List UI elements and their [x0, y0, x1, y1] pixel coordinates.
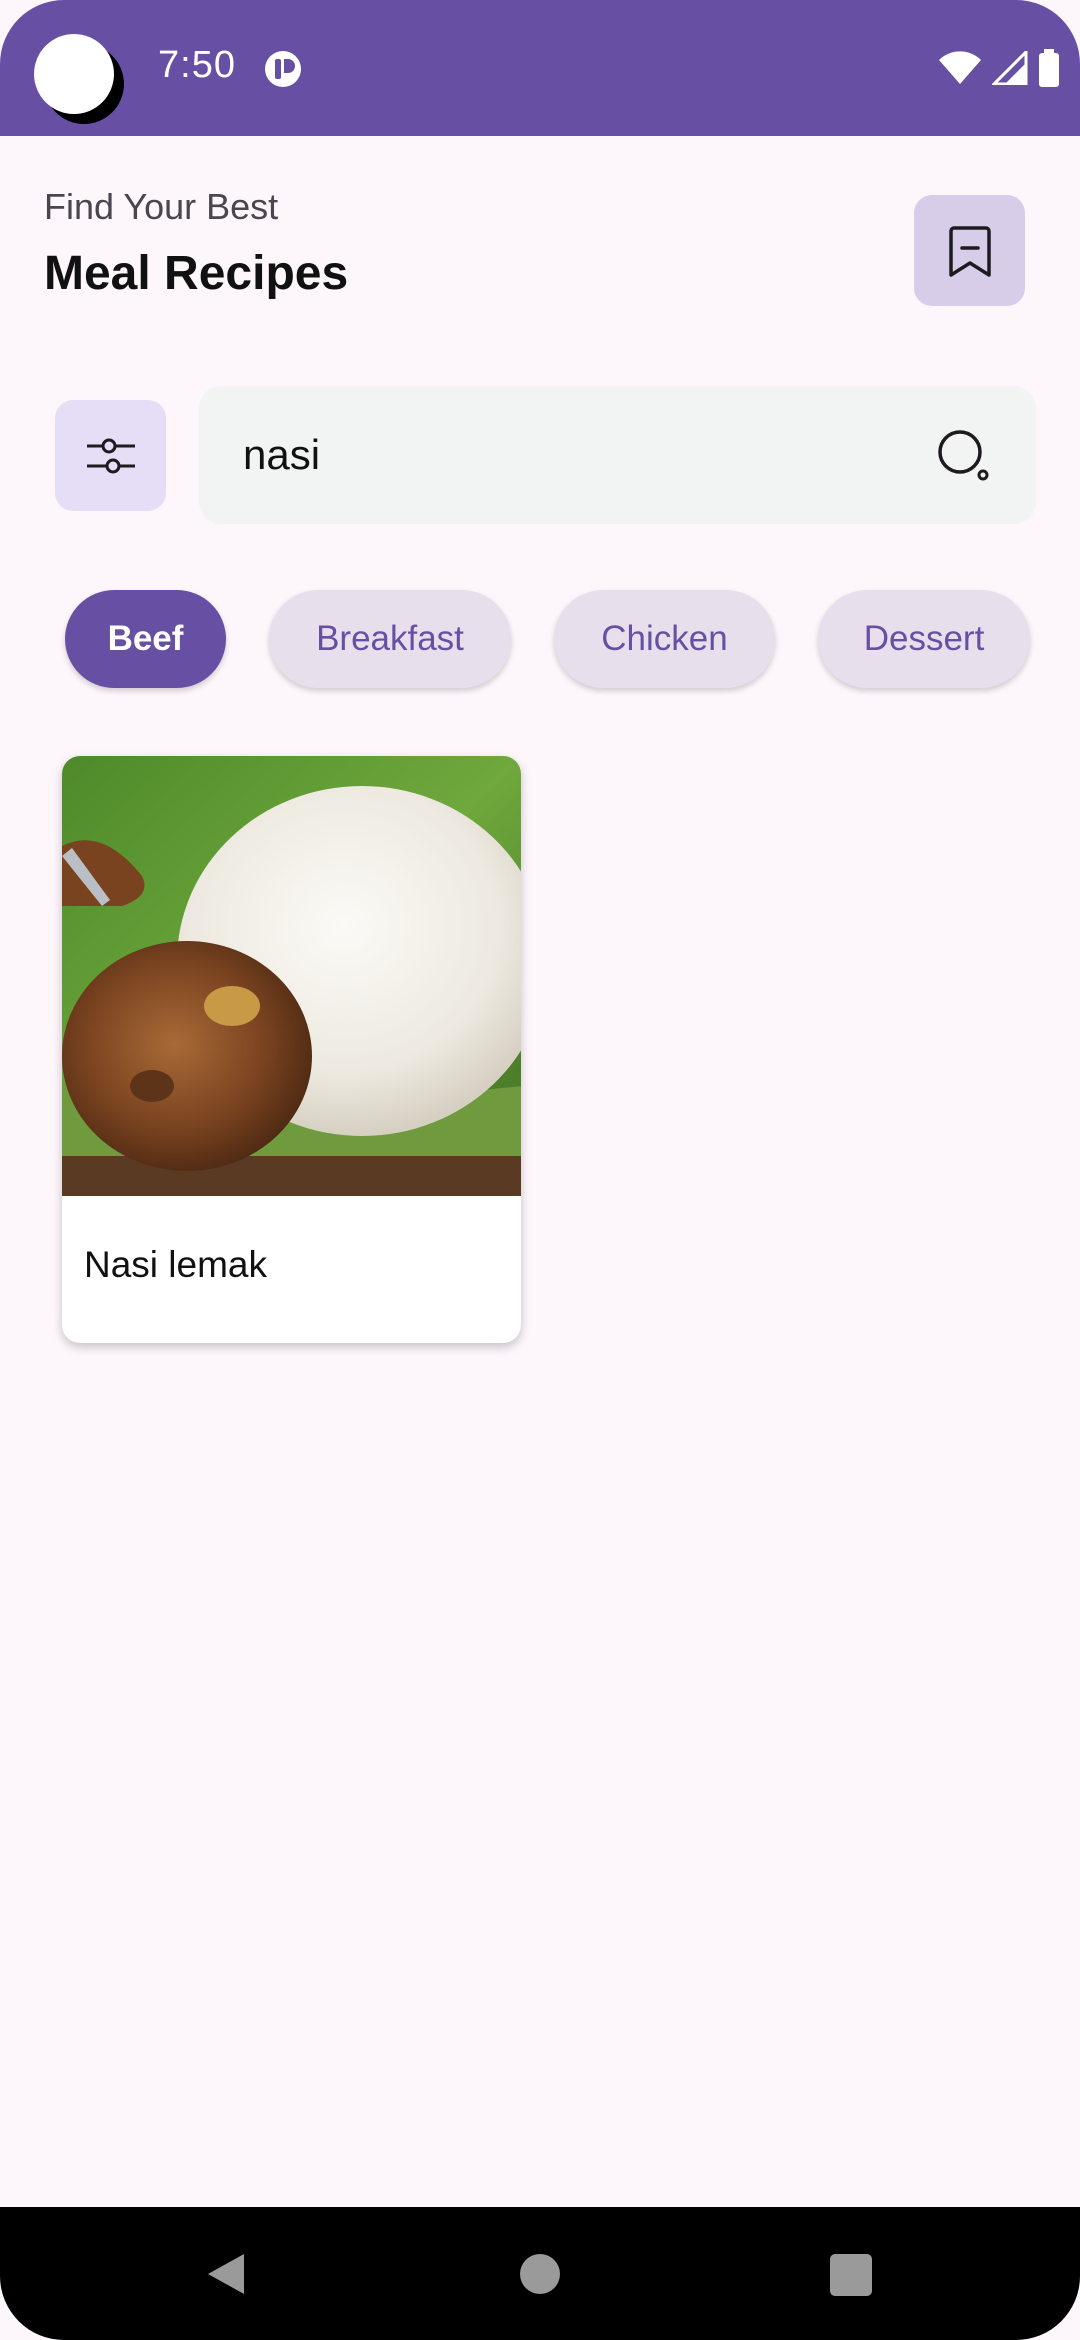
- page-subtitle: Find Your Best: [44, 186, 279, 227]
- category-chip-dessert[interactable]: Dessert: [818, 590, 1030, 688]
- status-time: 7:50: [158, 44, 236, 86]
- recipe-name: Nasi lemak: [84, 1244, 267, 1285]
- filter-button[interactable]: [55, 400, 166, 511]
- nasi-lemak-photo: [62, 756, 521, 1196]
- home-icon[interactable]: [520, 2254, 560, 2294]
- bookmark-icon: [948, 225, 991, 277]
- wifi-icon: [939, 51, 981, 84]
- status-bar: 7:50: [0, 0, 1080, 136]
- search-icon[interactable]: [936, 428, 992, 484]
- status-icons: [938, 48, 1060, 88]
- back-icon[interactable]: [204, 2252, 248, 2296]
- search-bar[interactable]: [199, 386, 1036, 524]
- recents-icon[interactable]: [830, 2254, 872, 2296]
- recipe-card[interactable]: Nasi lemak: [62, 756, 521, 1343]
- search-input[interactable]: [243, 386, 883, 524]
- camera-cutout: [34, 34, 114, 114]
- category-chip-chicken[interactable]: Chicken: [554, 590, 775, 688]
- filter-sliders-icon: [86, 438, 135, 473]
- navigation-bar: [0, 2207, 1080, 2340]
- category-chip-beef[interactable]: Beef: [65, 590, 226, 688]
- page-title: Meal Recipes: [44, 247, 349, 300]
- cell-signal-icon: [992, 51, 1028, 85]
- category-chip-breakfast[interactable]: Breakfast: [269, 590, 511, 688]
- notification-app-icon: [265, 51, 301, 87]
- bookmarks-button[interactable]: [914, 195, 1025, 306]
- battery-icon: [1039, 49, 1059, 87]
